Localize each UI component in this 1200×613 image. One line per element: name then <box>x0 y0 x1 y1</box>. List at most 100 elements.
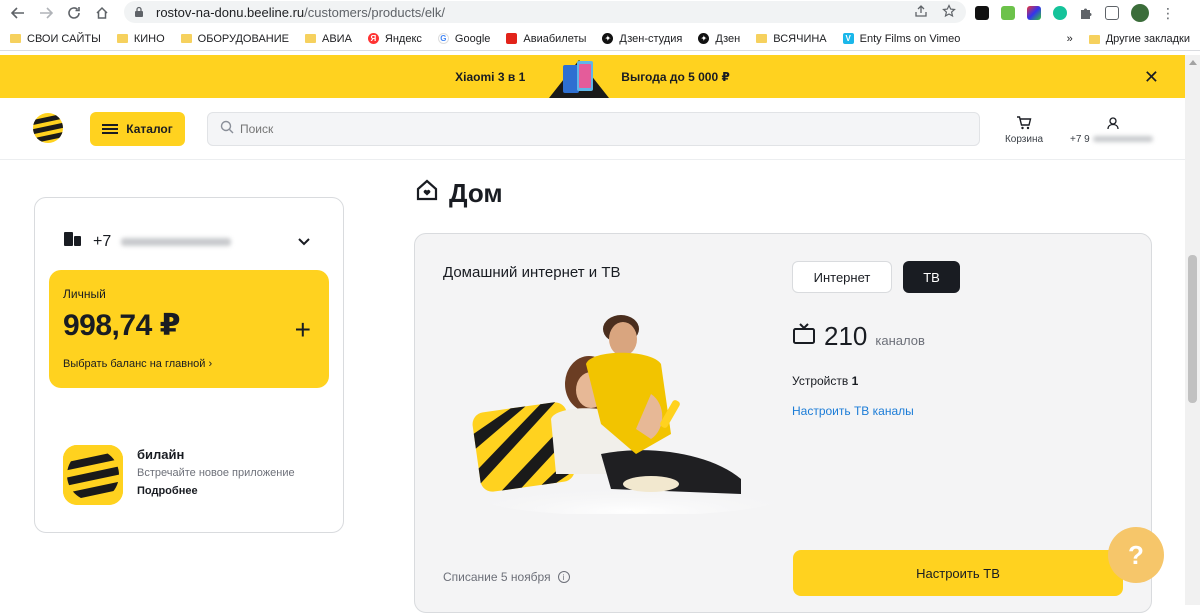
tab-internet[interactable]: Интернет <box>792 261 892 293</box>
bookmark-item[interactable]: ОБОРУДОВАНИЕ <box>180 33 289 45</box>
tune-tv-button[interactable]: Настроить ТВ <box>793 550 1123 596</box>
info-icon[interactable]: i <box>557 571 570 583</box>
account-button[interactable]: +7 9 <box>1070 116 1153 145</box>
app-promo[interactable]: билайн Встречайте новое приложение Подро… <box>63 445 295 505</box>
devices-icon <box>63 230 83 253</box>
channels-count: 210 <box>824 321 868 351</box>
bookmark-item[interactable]: ✦ Дзен-студия <box>602 33 682 45</box>
chevron-down-icon[interactable] <box>297 234 311 252</box>
home-icon <box>415 178 439 209</box>
bookmark-item[interactable]: АВИА <box>304 33 352 45</box>
profile-avatar[interactable] <box>1131 3 1149 22</box>
masked-phone <box>121 237 232 246</box>
beeline-app-icon <box>63 445 123 505</box>
promo-banner[interactable]: Xiaomi 3 в 1 Выгода до 5 000 ₽ ✕ <box>0 55 1185 98</box>
vimeo-icon: V <box>842 33 854 44</box>
url-path: /customers/products/elk/ <box>304 4 446 20</box>
promo-phones-image <box>549 55 610 98</box>
other-bookmarks[interactable]: Другие закладки <box>1088 33 1190 45</box>
google-icon: G <box>437 33 449 44</box>
user-icon <box>1107 117 1119 130</box>
lock-icon <box>134 5 148 19</box>
cart-icon <box>1017 116 1032 130</box>
help-button[interactable]: ? <box>1108 527 1164 583</box>
bookmark-item[interactable]: ВСЯЧИНА <box>756 33 827 45</box>
star-icon[interactable] <box>942 4 956 21</box>
add-funds-button[interactable]: + <box>295 314 311 346</box>
devices-label: Устройств <box>792 374 849 388</box>
zen-icon: ✦ <box>698 33 710 44</box>
devices-count: 1 <box>851 374 859 388</box>
forward-icon[interactable] <box>32 0 60 25</box>
folder-icon <box>304 34 316 43</box>
address-bar[interactable]: rostov-na-donu.beeline.ru/customers/prod… <box>124 1 966 23</box>
bookmark-item[interactable]: ✦ Дзен <box>698 33 740 45</box>
search-icon <box>220 120 234 139</box>
browser-toolbar: rostov-na-donu.beeline.ru/customers/prod… <box>0 0 1200 25</box>
home-icon[interactable] <box>88 0 116 25</box>
home-service-card: Домашний интернет и ТВ Интернет ТВ 210 к… <box>414 233 1152 613</box>
app-name: билайн <box>137 447 185 462</box>
promo-discount: Выгода до 5 000 ₽ <box>621 69 730 84</box>
bookmark-item[interactable]: V Enty Films on Vimeo <box>842 33 960 45</box>
tab-extension-icon[interactable] <box>975 5 989 20</box>
folder-icon <box>180 34 192 43</box>
bookmark-item[interactable]: Я Яндекс <box>367 33 422 45</box>
cart-button[interactable]: Корзина <box>1003 116 1045 145</box>
folder-icon <box>10 34 21 43</box>
bookmark-item[interactable]: КИНО <box>116 33 165 45</box>
app-more-link[interactable]: Подробнее <box>137 485 295 497</box>
scroll-up-icon[interactable] <box>1189 60 1197 65</box>
site-header: Каталог Корзина +7 9 <box>0 98 1185 160</box>
tickets-icon <box>506 33 518 44</box>
color-extension-icon[interactable] <box>1027 5 1041 20</box>
page-title: Дом <box>415 178 503 209</box>
share-icon[interactable] <box>914 4 928 21</box>
puzzle-icon[interactable] <box>1079 6 1093 20</box>
channels-unit: каналов <box>875 333 925 348</box>
sidebar-icon[interactable] <box>1105 5 1119 20</box>
beeline-logo[interactable] <box>32 112 64 144</box>
search-field[interactable] <box>207 112 980 146</box>
app-description: Встречайте новое приложение <box>137 467 295 479</box>
close-icon[interactable]: ✕ <box>1144 67 1159 88</box>
phone-selector[interactable]: +7 <box>63 230 232 253</box>
service-tabs: Интернет ТВ <box>792 261 960 293</box>
folder-icon <box>116 34 128 43</box>
masked-phone <box>1092 136 1153 143</box>
choose-balance-link[interactable]: Выбрать баланс на главной › <box>63 358 212 370</box>
catalog-button[interactable]: Каталог <box>90 112 185 146</box>
devices-info: Устройств 1 <box>792 374 858 388</box>
catalog-label: Каталог <box>126 122 173 136</box>
bookmark-item[interactable]: G Google <box>437 33 490 45</box>
download-extension-icon[interactable] <box>1001 5 1015 20</box>
account-card: +7 Личный 998,74 ₽ + Выбрать баланс на г… <box>34 197 344 533</box>
menu-icon <box>102 124 119 134</box>
url-host: rostov-na-donu.beeline.ru <box>156 4 305 20</box>
page-scrollbar[interactable] <box>1185 55 1200 605</box>
tv-icon <box>792 323 816 350</box>
balance-card[interactable]: Личный 998,74 ₽ + Выбрать баланс на глав… <box>49 270 329 388</box>
cart-label: Корзина <box>1004 134 1044 145</box>
phone-prefix: +7 <box>93 232 112 250</box>
promo-offer: 3 в 1 <box>497 69 526 84</box>
reload-icon[interactable] <box>60 0 88 25</box>
promo-brand: Xiaomi 3 в 1 <box>455 69 526 84</box>
menu-icon[interactable]: ⋮ <box>1161 6 1175 20</box>
zen-icon: ✦ <box>602 33 614 44</box>
bookmark-item[interactable]: Авиабилеты <box>506 33 586 45</box>
more-bookmarks-button[interactable]: » <box>1067 33 1073 45</box>
account-phone: +7 9 <box>1070 134 1090 145</box>
card-title: Домашний интернет и ТВ <box>443 264 621 281</box>
grammarly-icon[interactable] <box>1053 5 1067 20</box>
channels-info: 210 каналов <box>792 321 925 352</box>
search-input[interactable] <box>240 122 940 136</box>
bookmarks-bar: СВОИ САЙТЫ КИНО ОБОРУДОВАНИЕ АВИА Я Яндек… <box>0 27 1200 51</box>
tab-tv[interactable]: ТВ <box>903 261 960 293</box>
bookmark-item[interactable]: СВОИ САЙТЫ <box>10 33 101 45</box>
hero-illustration <box>451 304 791 516</box>
yandex-icon: Я <box>367 33 379 44</box>
back-icon[interactable] <box>4 0 32 25</box>
tune-channels-link[interactable]: Настроить ТВ каналы <box>792 404 914 418</box>
scroll-thumb[interactable] <box>1188 255 1197 403</box>
